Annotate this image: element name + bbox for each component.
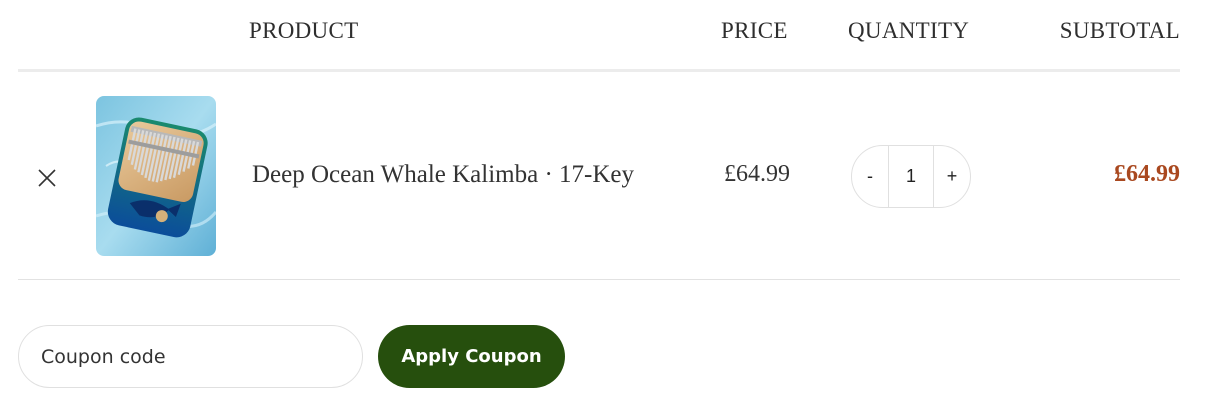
remove-item-button[interactable] [36, 167, 58, 189]
cart-table: PRODUCT PRICE QUANTITY SUBTOTAL Deep Oce… [18, 0, 1180, 411]
header-price: PRICE [721, 18, 788, 43]
quantity-input[interactable]: 1 [888, 146, 934, 207]
coupon-code-input[interactable] [18, 325, 363, 388]
quantity-decrement-button[interactable]: - [852, 146, 888, 207]
kalimba-product-image [96, 96, 216, 256]
header-subtotal: SUBTOTAL [1059, 18, 1180, 43]
product-name[interactable]: Deep Ocean Whale Kalimba · 17-Key [252, 161, 634, 189]
close-icon [38, 169, 56, 187]
cart-row: Deep Ocean Whale Kalimba · 17-Key £64.99… [18, 73, 1180, 280]
header-product: PRODUCT [249, 18, 359, 43]
cart-table-header: PRODUCT PRICE QUANTITY SUBTOTAL [18, 0, 1180, 72]
product-price: £64.99 [724, 161, 790, 187]
quantity-stepper: - 1 + [851, 145, 971, 208]
quantity-increment-button[interactable]: + [934, 146, 970, 207]
product-subtotal: £64.99 [1114, 161, 1180, 187]
apply-coupon-button[interactable]: Apply Coupon [378, 325, 565, 388]
header-quantity: QUANTITY [848, 18, 970, 43]
product-thumbnail[interactable] [96, 96, 216, 256]
